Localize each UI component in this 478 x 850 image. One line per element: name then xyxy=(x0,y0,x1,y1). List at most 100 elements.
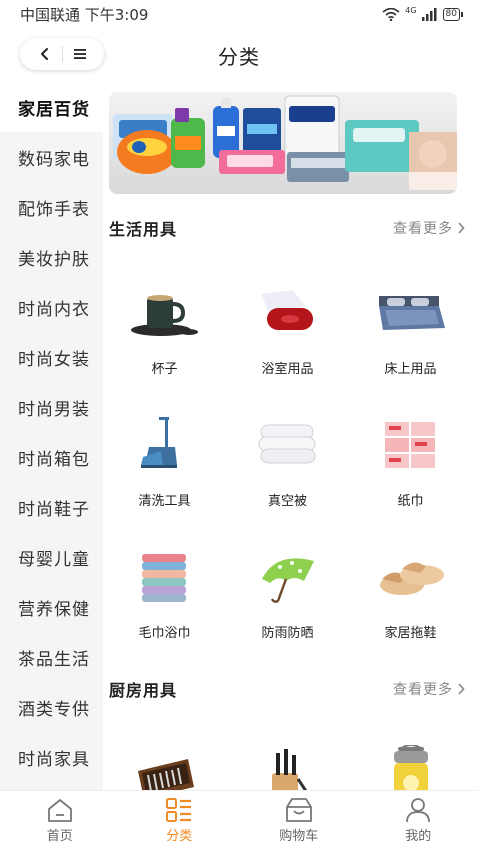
mug-icon xyxy=(130,295,198,336)
tab-cart[interactable]: 购物车 xyxy=(239,791,359,850)
grid-item-bedding[interactable]: 床上用品 xyxy=(349,252,472,384)
sidebar-item-home-goods[interactable]: 家居百货 xyxy=(0,82,103,132)
bed-icon xyxy=(378,296,445,330)
pillow-icon xyxy=(260,290,313,330)
see-more-label: 查看更多 xyxy=(393,682,453,698)
nav-bar: 分类 xyxy=(0,28,478,82)
page-title: 分类 xyxy=(218,44,260,69)
see-more-link[interactable]: 查看更多 xyxy=(393,679,465,699)
grid-item-umbrella[interactable]: 防雨防晒 xyxy=(226,516,349,648)
grid-item-slippers[interactable]: 家居拖鞋 xyxy=(349,516,472,648)
nav-capsule xyxy=(20,38,104,70)
towel-icon xyxy=(141,554,186,602)
sidebar-item-digital[interactable]: 数码家电 xyxy=(0,132,103,182)
grid-item-tissue[interactable]: 纸巾 xyxy=(349,384,472,516)
grid-item-label: 真空被 xyxy=(267,494,307,509)
tab-home[interactable]: 首页 xyxy=(0,791,120,850)
profile-icon xyxy=(406,798,431,823)
promo-banner[interactable] xyxy=(109,92,457,194)
section-title: 厨房用具 xyxy=(109,681,178,700)
slippers-icon xyxy=(379,562,444,595)
chevron-right-icon xyxy=(458,683,465,695)
grid-item-cleaning[interactable]: 清洗工具 xyxy=(103,384,226,516)
quilt-icon xyxy=(258,424,315,464)
section-header-living: 生活用具 查看更多 xyxy=(109,216,465,240)
umbrella-icon xyxy=(261,558,314,603)
see-more-label: 查看更多 xyxy=(393,221,453,237)
grid-item-label: 清洗工具 xyxy=(138,494,191,509)
grid-item-label: 毛巾浴巾 xyxy=(138,626,191,641)
sidebar-item-health[interactable]: 营养保健 xyxy=(0,582,103,632)
lunchbox-icon xyxy=(393,745,428,790)
carrier-time: 中国联通 下午3:09 xyxy=(20,5,149,24)
chevron-left-icon xyxy=(40,48,48,60)
menu-button[interactable] xyxy=(68,42,92,66)
grid-item-label: 防雨防晒 xyxy=(261,626,314,641)
home-icon xyxy=(47,799,72,822)
back-button[interactable] xyxy=(33,42,57,66)
kitchen-items-grid xyxy=(103,714,478,790)
sidebar-item-label: 酒类专供 xyxy=(18,699,90,720)
sidebar-item-accessories[interactable]: 配饰手表 xyxy=(0,182,103,232)
cutlery-icon xyxy=(137,759,194,790)
see-more-link[interactable]: 查看更多 xyxy=(393,218,465,238)
battery-icon: 80 xyxy=(442,7,464,21)
section-header-kitchen: 厨房用具 查看更多 xyxy=(109,677,465,701)
grid-item-cutlery-set[interactable] xyxy=(103,714,226,790)
sidebar-item-shoes[interactable]: 时尚鞋子 xyxy=(0,482,103,532)
sidebar-item-tea[interactable]: 茶品生活 xyxy=(0,632,103,682)
grid-item-lunchbox[interactable] xyxy=(349,714,472,790)
sidebar-item-label: 母婴儿童 xyxy=(18,549,90,570)
section-title: 生活用具 xyxy=(109,220,178,239)
menu-icon xyxy=(73,49,86,59)
cart-icon xyxy=(285,798,312,822)
living-items-grid: 杯子 浴室用品 床上用品 清洗工具 真空被 纸巾 毛巾浴巾 防雨防晒 家居拖鞋 xyxy=(103,252,478,648)
sidebar-item-mens[interactable]: 时尚男装 xyxy=(0,382,103,432)
sidebar-item-label: 家居百货 xyxy=(18,99,90,120)
sidebar-item-label: 时尚男装 xyxy=(18,399,90,420)
tab-label: 购物车 xyxy=(279,829,319,844)
grid-item-label: 纸巾 xyxy=(397,494,424,509)
grid-item-knife-set[interactable] xyxy=(226,714,349,790)
tab-label: 分类 xyxy=(166,829,193,844)
wifi-icon xyxy=(382,7,400,21)
sidebar-item-beauty[interactable]: 美妆护肤 xyxy=(0,232,103,282)
dustpan-icon xyxy=(140,417,177,468)
sidebar-item-label: 时尚内衣 xyxy=(18,299,90,320)
grid-item-towels[interactable]: 毛巾浴巾 xyxy=(103,516,226,648)
sidebar-item-label: 配饰手表 xyxy=(18,199,90,220)
category-content: 生活用具 查看更多 杯子 浴室用品 床上用品 清洗工具 真空被 纸巾 毛巾浴巾 … xyxy=(103,82,478,790)
household-products-banner xyxy=(109,92,457,194)
grid-item-quilt[interactable]: 真空被 xyxy=(226,384,349,516)
sidebar-item-label: 时尚鞋子 xyxy=(18,499,90,520)
category-sidebar: 家居百货 数码家电 配饰手表 美妆护肤 时尚内衣 时尚女装 时尚男装 时尚箱包 … xyxy=(0,82,103,790)
tissue-icon xyxy=(384,422,435,468)
sidebar-item-underwear[interactable]: 时尚内衣 xyxy=(0,282,103,332)
sidebar-item-womens[interactable]: 时尚女装 xyxy=(0,332,103,382)
grid-item-cup[interactable]: 杯子 xyxy=(103,252,226,384)
grid-item-label: 浴室用品 xyxy=(261,362,314,377)
sidebar-item-baby[interactable]: 母婴儿童 xyxy=(0,532,103,582)
tab-label: 首页 xyxy=(46,829,73,844)
network-label: 4G xyxy=(405,5,417,15)
sidebar-item-label: 时尚女装 xyxy=(18,349,90,370)
grid-item-bath[interactable]: 浴室用品 xyxy=(226,252,349,384)
chevron-right-icon xyxy=(458,222,465,234)
knife-icon xyxy=(271,749,307,790)
tab-label: 我的 xyxy=(405,829,432,844)
sidebar-item-label: 美妆护肤 xyxy=(18,249,90,270)
category-icon xyxy=(166,798,192,822)
sidebar-item-furniture[interactable]: 时尚家具 xyxy=(0,732,103,782)
status-bar: 中国联通 下午3:09 4G 80 xyxy=(0,0,478,28)
capsule-divider xyxy=(61,46,63,62)
sidebar-item-label: 数码家电 xyxy=(18,149,90,170)
sidebar-item-bags[interactable]: 时尚箱包 xyxy=(0,432,103,482)
sidebar-item-label: 时尚家具 xyxy=(18,749,90,770)
tab-profile[interactable]: 我的 xyxy=(359,791,478,850)
status-icons: 4G 80 xyxy=(382,5,464,21)
tab-category[interactable]: 分类 xyxy=(120,791,240,850)
sidebar-item-label: 时尚箱包 xyxy=(18,449,90,470)
sidebar-item-wine[interactable]: 酒类专供 xyxy=(0,682,103,732)
grid-item-label: 杯子 xyxy=(151,362,178,377)
sidebar-item-label: 营养保健 xyxy=(18,599,90,620)
